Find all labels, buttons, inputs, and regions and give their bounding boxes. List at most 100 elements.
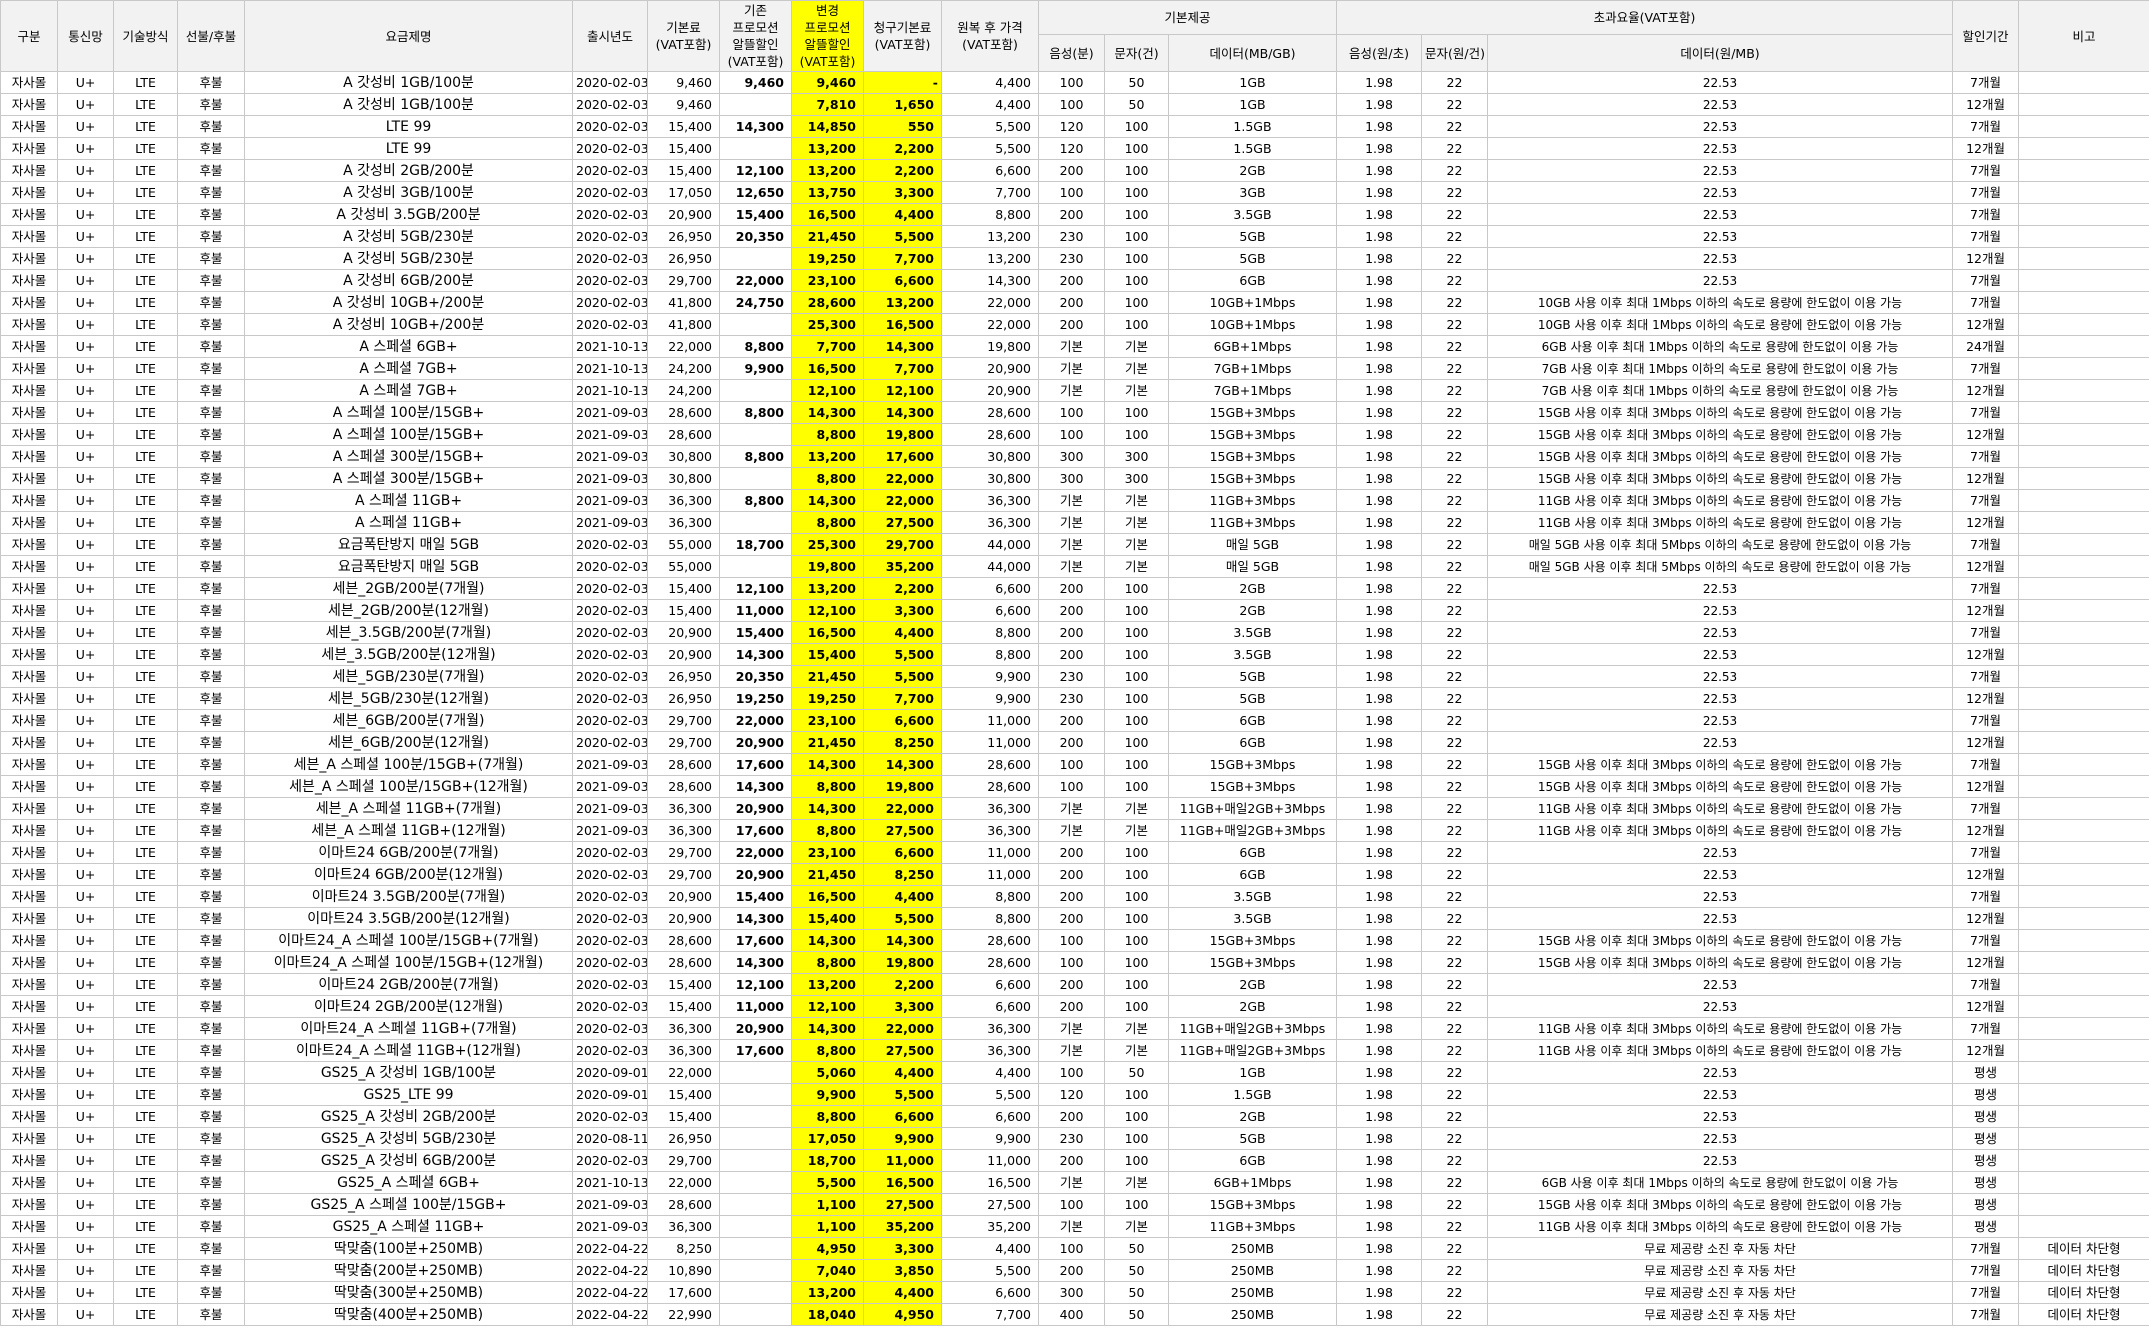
cell-base-fee: 29,700 — [647, 1149, 720, 1172]
cell-discount: 12개월 — [1952, 863, 2020, 886]
table-row: 자사몰 U+ LTE 후불 A 스페셜 6GB+ 2021-10-13 22,000 8,80… — [0, 335, 2149, 358]
cell-prepay: 후불 — [177, 797, 245, 820]
cell-ex-sms: 22 — [1421, 401, 1488, 424]
cell-sms: 100 — [1104, 203, 1169, 226]
cell-ex-data: 11GB 사용 이후 최대 3Mbps 이하의 속도로 용량에 한도없이 이용 … — [1486, 1039, 1954, 1062]
cell-ex-data: 15GB 사용 이후 최대 3Mbps 이하의 속도로 용량에 한도없이 이용 … — [1486, 423, 1954, 446]
cell-release: 2020-09-01 — [572, 1061, 648, 1084]
cell-tech: LTE — [113, 137, 178, 160]
cell-remark — [2018, 511, 2149, 534]
cell-voice: 100 — [1038, 929, 1105, 952]
cell-remark — [2018, 489, 2149, 512]
cell-tech: LTE — [113, 555, 178, 578]
cell-base-fee: 41,800 — [647, 313, 720, 336]
cell-billed: 8,250 — [863, 731, 942, 754]
cell-old-promo — [719, 555, 792, 578]
cell-ex-sms: 22 — [1421, 577, 1488, 600]
cell-base-fee: 17,600 — [647, 1281, 720, 1304]
cell-release: 2020-02-03 — [572, 225, 648, 248]
cell-plan-name: 세븐_A 스페셜 11GB+(7개월) — [244, 797, 573, 820]
cell-sms: 100 — [1104, 951, 1169, 974]
cell-sms: 100 — [1104, 621, 1169, 644]
cell-ex-voice: 1.98 — [1336, 159, 1422, 182]
col-sms: 문자(건) — [1104, 34, 1169, 72]
cell-ex-voice: 1.98 — [1336, 93, 1422, 116]
cell-remark — [2018, 1083, 2149, 1106]
cell-new-promo: 7,040 — [791, 1259, 864, 1282]
cell-gubun: 자사몰 — [0, 621, 58, 644]
cell-voice: 120 — [1038, 137, 1105, 160]
cell-tech: LTE — [113, 1127, 178, 1150]
cell-wholesale: 4,400 — [941, 1237, 1039, 1260]
cell-release: 2020-02-03 — [572, 577, 648, 600]
cell-discount: 7개월 — [1952, 357, 2020, 380]
table-row: 자사몰 U+ LTE 후불 A 스페셜 100분/15GB+ 2021-09-03 28,6… — [0, 401, 2149, 424]
cell-gubun: 자사몰 — [0, 225, 58, 248]
cell-plan-name: 세븐_3.5GB/200분(12개월) — [244, 643, 573, 666]
cell-discount: 12개월 — [1952, 599, 2020, 622]
cell-old-promo: 20,900 — [719, 863, 792, 886]
cell-old-promo: 8,800 — [719, 335, 792, 358]
cell-network: U+ — [57, 907, 114, 930]
cell-billed: 19,800 — [863, 951, 942, 974]
cell-new-promo: 16,500 — [791, 357, 864, 380]
cell-prepay: 후불 — [177, 841, 245, 864]
cell-network: U+ — [57, 1083, 114, 1106]
cell-voice: 200 — [1038, 269, 1105, 292]
cell-voice: 120 — [1038, 1083, 1105, 1106]
cell-base-fee: 20,900 — [647, 885, 720, 908]
cell-new-promo: 12,100 — [791, 995, 864, 1018]
cell-ex-voice: 1.98 — [1336, 357, 1422, 380]
cell-ex-voice: 1.98 — [1336, 929, 1422, 952]
cell-release: 2020-02-03 — [572, 907, 648, 930]
cell-wholesale: 5,500 — [941, 137, 1039, 160]
cell-network: U+ — [57, 1105, 114, 1128]
cell-gubun: 자사몰 — [0, 797, 58, 820]
cell-ex-data: 22.53 — [1486, 159, 1954, 182]
cell-release: 2021-09-03 — [572, 797, 648, 820]
cell-plan-name: 이마트24_A 스페셜 100분/15GB+(12개월) — [244, 951, 573, 974]
col-ex-sms: 문자(원/건) — [1421, 34, 1488, 72]
cell-tech: LTE — [113, 643, 178, 666]
cell-prepay: 후불 — [177, 467, 245, 490]
cell-old-promo — [719, 1303, 792, 1326]
cell-ex-voice: 1.98 — [1336, 489, 1422, 512]
cell-gubun: 자사몰 — [0, 709, 58, 732]
cell-new-promo: 16,500 — [791, 621, 864, 644]
cell-old-promo — [719, 137, 792, 160]
cell-data: 15GB+3Mbps — [1168, 445, 1337, 468]
cell-discount: 7개월 — [1952, 1017, 2020, 1040]
cell-voice: 200 — [1038, 599, 1105, 622]
cell-remark — [2018, 159, 2149, 182]
cell-ex-voice: 1.98 — [1336, 269, 1422, 292]
cell-gubun: 자사몰 — [0, 819, 58, 842]
cell-discount: 12개월 — [1952, 775, 2020, 798]
cell-prepay: 후불 — [177, 1237, 245, 1260]
col-prepay: 선불/후불 — [177, 0, 245, 72]
cell-voice: 기본 — [1038, 1215, 1105, 1238]
cell-old-promo: 12,100 — [719, 159, 792, 182]
cell-discount: 7개월 — [1952, 797, 2020, 820]
cell-ex-sms: 22 — [1421, 863, 1488, 886]
cell-ex-sms: 22 — [1421, 247, 1488, 270]
cell-ex-sms: 22 — [1421, 643, 1488, 666]
table-body: 자사몰 U+ LTE 후불 A 갓성비 1GB/100분 2020-02-03 9,460 9… — [0, 71, 2149, 1326]
cell-old-promo: 20,900 — [719, 1017, 792, 1040]
cell-network: U+ — [57, 643, 114, 666]
cell-remark — [2018, 1017, 2149, 1040]
cell-ex-data: 7GB 사용 이후 최대 1Mbps 이하의 속도로 용량에 한도없이 이용 가… — [1486, 357, 1954, 380]
cell-new-promo: 14,300 — [791, 797, 864, 820]
cell-data: 2GB — [1168, 973, 1337, 996]
cell-network: U+ — [57, 599, 114, 622]
cell-ex-voice: 1.98 — [1336, 555, 1422, 578]
cell-new-promo: 16,500 — [791, 203, 864, 226]
cell-gubun: 자사몰 — [0, 1105, 58, 1128]
cell-release: 2021-09-03 — [572, 489, 648, 512]
cell-billed: 6,600 — [863, 1105, 942, 1128]
cell-data: 6GB — [1168, 269, 1337, 292]
cell-data: 1.5GB — [1168, 1083, 1337, 1106]
cell-remark — [2018, 269, 2149, 292]
cell-release: 2020-02-03 — [572, 313, 648, 336]
cell-release: 2020-02-03 — [572, 995, 648, 1018]
cell-wholesale: 11,000 — [941, 863, 1039, 886]
